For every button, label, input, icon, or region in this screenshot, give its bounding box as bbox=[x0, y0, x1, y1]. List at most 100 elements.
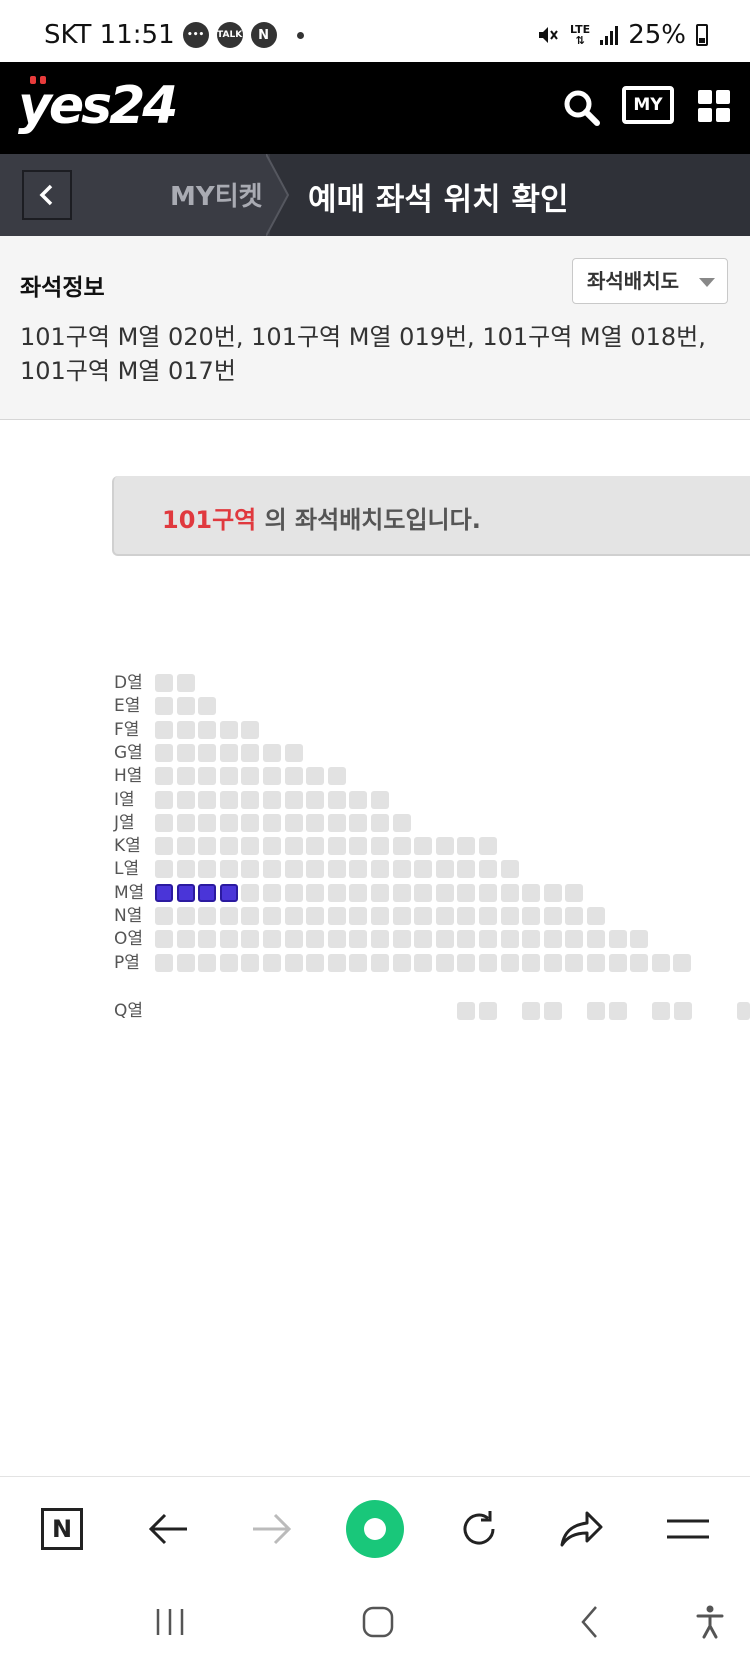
naver-home-button[interactable]: N bbox=[32, 1499, 92, 1559]
seat[interactable] bbox=[219, 813, 238, 832]
seat[interactable] bbox=[587, 953, 605, 972]
seat[interactable] bbox=[284, 930, 303, 949]
seat[interactable] bbox=[198, 907, 217, 925]
seat[interactable] bbox=[327, 860, 346, 879]
seat[interactable] bbox=[284, 883, 303, 902]
seat-map-select[interactable]: 좌석배치도 bbox=[572, 258, 728, 304]
seat[interactable] bbox=[198, 743, 217, 762]
seat[interactable] bbox=[392, 813, 411, 832]
seat[interactable] bbox=[587, 1002, 605, 1020]
seat[interactable] bbox=[479, 930, 497, 949]
seat[interactable] bbox=[241, 790, 260, 809]
seat[interactable] bbox=[284, 860, 303, 879]
seat[interactable] bbox=[263, 883, 281, 902]
seat[interactable] bbox=[155, 767, 173, 786]
seat[interactable] bbox=[155, 860, 173, 879]
seat[interactable] bbox=[306, 860, 325, 879]
seat[interactable] bbox=[457, 860, 476, 879]
seat[interactable] bbox=[263, 837, 281, 856]
seat[interactable] bbox=[371, 883, 389, 902]
seat[interactable] bbox=[155, 743, 173, 762]
seat[interactable] bbox=[565, 930, 584, 949]
seat[interactable] bbox=[263, 813, 281, 832]
seat[interactable] bbox=[522, 907, 541, 925]
seat[interactable] bbox=[500, 930, 519, 949]
seat[interactable] bbox=[241, 767, 260, 786]
seat[interactable] bbox=[349, 907, 368, 925]
seat[interactable] bbox=[155, 674, 173, 692]
seat[interactable] bbox=[284, 907, 303, 925]
seat[interactable] bbox=[349, 790, 368, 809]
seat[interactable] bbox=[241, 883, 260, 902]
seat[interactable] bbox=[176, 697, 195, 716]
seat[interactable] bbox=[371, 907, 389, 925]
selected-seat[interactable] bbox=[155, 883, 173, 902]
seat[interactable] bbox=[500, 907, 519, 925]
seat[interactable] bbox=[176, 930, 195, 949]
selected-seat[interactable] bbox=[219, 883, 238, 902]
system-back-button[interactable] bbox=[570, 1600, 610, 1644]
selected-seat[interactable] bbox=[176, 883, 195, 902]
back-arrow-button[interactable] bbox=[138, 1499, 198, 1559]
seat[interactable] bbox=[608, 953, 627, 972]
seat[interactable] bbox=[263, 767, 281, 786]
seat[interactable] bbox=[155, 837, 173, 856]
seat[interactable] bbox=[673, 1002, 692, 1020]
seat[interactable] bbox=[241, 837, 260, 856]
seat[interactable] bbox=[500, 953, 519, 972]
seat[interactable] bbox=[306, 790, 325, 809]
seat[interactable] bbox=[414, 930, 433, 949]
seat[interactable] bbox=[176, 674, 195, 692]
seat[interactable] bbox=[522, 1002, 540, 1020]
seat[interactable] bbox=[392, 930, 411, 949]
seat[interactable] bbox=[349, 953, 368, 972]
seat[interactable] bbox=[457, 907, 476, 925]
seat[interactable] bbox=[306, 953, 325, 972]
seat[interactable] bbox=[565, 907, 584, 925]
seat[interactable] bbox=[327, 813, 346, 832]
seat[interactable] bbox=[198, 860, 217, 879]
seat[interactable] bbox=[478, 1002, 497, 1020]
seat[interactable] bbox=[651, 953, 670, 972]
seat[interactable] bbox=[435, 837, 454, 856]
seat[interactable] bbox=[673, 953, 692, 972]
seat[interactable] bbox=[198, 697, 217, 716]
seat[interactable] bbox=[327, 883, 346, 902]
seat[interactable] bbox=[522, 883, 541, 902]
seat[interactable] bbox=[630, 930, 649, 949]
seat[interactable] bbox=[522, 953, 541, 972]
seat[interactable] bbox=[543, 883, 562, 902]
seat[interactable] bbox=[414, 860, 433, 879]
seat[interactable] bbox=[176, 813, 195, 832]
seat[interactable] bbox=[176, 953, 195, 972]
seat[interactable] bbox=[241, 720, 260, 739]
seat[interactable] bbox=[306, 883, 325, 902]
seat[interactable] bbox=[306, 907, 325, 925]
seat[interactable] bbox=[306, 813, 325, 832]
home-button[interactable] bbox=[356, 1600, 400, 1644]
seat[interactable] bbox=[479, 953, 497, 972]
seat[interactable] bbox=[284, 813, 303, 832]
seat[interactable] bbox=[392, 883, 411, 902]
seat[interactable] bbox=[543, 953, 562, 972]
seat[interactable] bbox=[219, 720, 238, 739]
seat[interactable] bbox=[392, 907, 411, 925]
seat[interactable] bbox=[457, 953, 476, 972]
seat[interactable] bbox=[435, 860, 454, 879]
back-button[interactable] bbox=[22, 170, 72, 220]
seat[interactable] bbox=[371, 813, 389, 832]
seat[interactable] bbox=[327, 953, 346, 972]
seat[interactable] bbox=[284, 837, 303, 856]
seat[interactable] bbox=[349, 930, 368, 949]
breadcrumb[interactable]: MY티켓 bbox=[170, 176, 263, 213]
seat[interactable] bbox=[155, 790, 173, 809]
green-dot-button[interactable] bbox=[345, 1499, 405, 1559]
seat[interactable] bbox=[587, 907, 605, 925]
seat[interactable] bbox=[241, 907, 260, 925]
seat[interactable] bbox=[198, 953, 217, 972]
seat[interactable] bbox=[349, 837, 368, 856]
seat[interactable] bbox=[198, 790, 217, 809]
seat[interactable] bbox=[327, 837, 346, 856]
seat[interactable] bbox=[219, 860, 238, 879]
seat[interactable] bbox=[522, 930, 541, 949]
